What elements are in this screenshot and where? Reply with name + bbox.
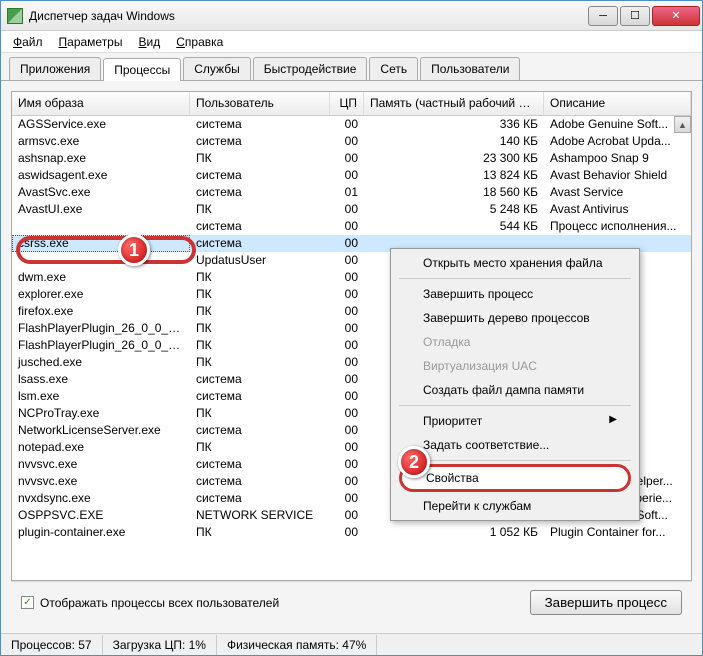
context-item[interactable]: Создать файл дампа памяти <box>393 378 637 402</box>
context-item[interactable]: Задать соответствие... <box>393 433 637 457</box>
list-header: Имя образа Пользователь ЦП Память (частн… <box>12 92 691 116</box>
tab-1[interactable]: Процессы <box>103 58 181 81</box>
statusbar: Процессов: 57 Загрузка ЦП: 1% Физическая… <box>1 633 702 655</box>
table-row[interactable]: armsvc.exeсистема00140 КБAdobe Acrobat U… <box>12 133 691 150</box>
tab-0[interactable]: Приложения <box>9 57 101 80</box>
submenu-arrow-icon: ▶ <box>609 414 617 428</box>
minimize-button[interactable]: ─ <box>588 6 618 26</box>
table-row[interactable]: система00544 КБПроцесс исполнения... <box>12 218 691 235</box>
show-all-users-label: Отображать процессы всех пользователей <box>40 596 279 610</box>
menu-help[interactable]: Справка <box>168 33 231 51</box>
context-menu: Открыть место хранения файла Завершить пр… <box>390 248 640 521</box>
callout-1 <box>16 236 196 264</box>
close-button[interactable]: ✕ <box>652 6 700 26</box>
scroll-up-icon[interactable]: ▲ <box>674 116 691 133</box>
col-cpu[interactable]: ЦП <box>330 92 364 115</box>
tab-4[interactable]: Сеть <box>369 57 418 80</box>
tab-2[interactable]: Службы <box>183 57 250 80</box>
titlebar[interactable]: Диспетчер задач Windows ─ ☐ ✕ <box>1 1 702 31</box>
app-icon <box>7 8 23 24</box>
table-row[interactable]: AvastSvc.exeсистема0118 560 КБAvast Serv… <box>12 184 691 201</box>
context-item: Виртуализация UAC <box>393 354 637 378</box>
context-item: Отладка <box>393 330 637 354</box>
end-process-button[interactable]: Завершить процесс <box>530 590 682 615</box>
table-row[interactable]: ashsnap.exeПК0023 300 КБAshampoo Snap 9 <box>12 150 691 167</box>
tab-5[interactable]: Пользователи <box>420 57 520 80</box>
table-row[interactable]: aswidsagent.exeсистема0013 824 КБAvast B… <box>12 167 691 184</box>
window-title: Диспетчер задач Windows <box>29 9 588 23</box>
badge-2: 2 <box>398 446 430 478</box>
context-separator <box>399 405 631 406</box>
tabstrip: ПриложенияПроцессыСлужбыБыстродействиеСе… <box>1 53 702 81</box>
badge-1: 1 <box>118 234 150 266</box>
context-item[interactable]: Завершить дерево процессов <box>393 306 637 330</box>
show-all-users-checkbox[interactable]: ✓ <box>21 596 34 609</box>
tab-3[interactable]: Быстродействие <box>253 57 368 80</box>
context-item[interactable]: Открыть место хранения файла <box>393 251 637 275</box>
context-item[interactable]: Приоритет▶ <box>393 409 637 433</box>
status-processes: Процессов: 57 <box>1 635 103 655</box>
menu-file[interactable]: Файл <box>5 33 51 51</box>
col-image-name[interactable]: Имя образа <box>12 92 190 115</box>
table-row[interactable]: plugin-container.exeПК001 052 КБPlugin C… <box>12 524 691 541</box>
context-item[interactable]: Перейти к службам <box>393 494 637 518</box>
table-row[interactable]: AvastUI.exeПК005 248 КБAvast Antivirus <box>12 201 691 218</box>
maximize-button[interactable]: ☐ <box>620 6 650 26</box>
col-desc[interactable]: Описание <box>544 92 691 115</box>
col-user[interactable]: Пользователь <box>190 92 330 115</box>
context-item[interactable]: Свойства <box>399 464 631 492</box>
menu-options[interactable]: Параметры <box>51 33 131 51</box>
status-cpu: Загрузка ЦП: 1% <box>103 635 217 655</box>
menubar: Файл Параметры Вид Справка <box>1 31 702 53</box>
context-separator <box>399 460 631 461</box>
menu-view[interactable]: Вид <box>130 33 168 51</box>
col-memory[interactable]: Память (частный рабочий набор) <box>364 92 544 115</box>
table-row[interactable]: AGSService.exeсистема00336 КБAdobe Genui… <box>12 116 691 133</box>
status-memory: Физическая память: 47% <box>217 635 377 655</box>
context-separator <box>399 278 631 279</box>
context-item[interactable]: Завершить процесс <box>393 282 637 306</box>
